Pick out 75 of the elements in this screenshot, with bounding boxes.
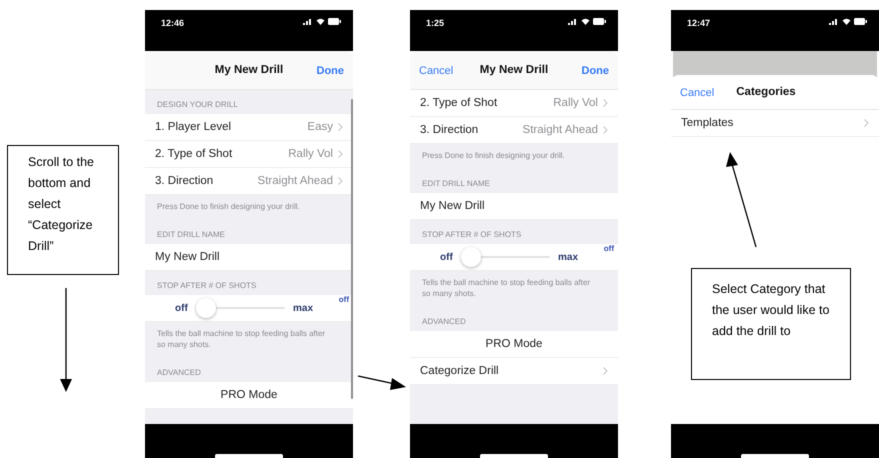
row-label: 3. Direction [420,124,478,136]
section-footer: Press Done to finish designing your drill. [410,144,618,169]
signal-icon [303,18,313,25]
battery-icon [593,18,606,25]
cancel-button[interactable]: Cancel [680,87,714,99]
chevron-icon [603,99,608,107]
nav-title: My New Drill [214,64,284,76]
wifi-icon [842,18,851,25]
done-button[interactable]: Done [316,65,344,77]
chevron-icon [338,123,343,131]
row-label: 3. Direction [155,175,214,187]
battery-icon [328,18,341,25]
slider[interactable] [196,296,285,320]
status-time: 12:46 [161,18,184,28]
instruction-note: Select Category that the user would like to add the drill to [691,268,851,380]
row-label: Categorize Drill [420,365,499,377]
row-value: Easy [307,121,333,133]
list-row[interactable]: 3. Direction Straight Ahead [410,117,618,144]
slider-reading: off [604,244,614,253]
slider-max-label: max [292,302,313,314]
chevron-icon [864,119,869,127]
chevron-icon [338,177,343,185]
section-footer: Tells the ball machine to stop feeding balls after so many shots. [145,322,353,358]
section-header: STOP AFTER # OF SHOTS [156,280,258,292]
section-footer: Tells the ball machine to stop feeding balls after so many shots. [410,271,618,307]
slider-thumb[interactable] [460,247,481,267]
row-value: Straight Ahead [522,124,598,136]
row-label: 2. Type of Shot [155,148,232,160]
slider-thumb[interactable] [196,298,216,318]
signal-icon [568,18,578,25]
slider[interactable] [460,245,550,269]
chevron-icon [603,367,608,375]
instruction-note: Scroll to the bottom and select “Categorize Drill” [7,145,119,275]
list-row[interactable]: 3. Direction Straight Ahead [145,168,353,195]
signal-icon [829,18,839,25]
section-header: ADVANCED [421,316,467,328]
chevron-icon [603,126,608,134]
slider-reading: off [338,295,349,304]
list-row[interactable]: 2. Type of Shot Rally Vol [410,90,618,117]
section-header: DESIGN YOUR DRILL [156,99,239,111]
row-value: Straight Ahead [258,175,333,187]
list-row[interactable]: PRO Mode [145,382,353,409]
home-indicator [480,454,548,458]
slider-min-label: off [175,302,188,314]
name-field[interactable]: My New Drill [145,244,353,271]
status-time: 1:25 [426,18,444,28]
wifi-icon [581,18,590,25]
list-row[interactable]: PRO Mode [410,331,618,358]
section-footer: Press Done to finish designing your drill. [145,195,353,220]
section-header: EDIT DRILL NAME [156,229,226,241]
row-value: Rally Vol [553,97,598,109]
section-header: STOP AFTER # OF SHOTS [421,229,522,241]
cancel-button[interactable]: Cancel [419,65,454,77]
section-header: EDIT DRILL NAME [421,178,492,190]
done-button[interactable]: Done [582,65,609,77]
row-label: 2. Type of Shot [420,97,498,109]
nav-title: Categories [736,86,796,98]
nav-title: My New Drill [480,64,548,76]
list-row[interactable]: 1. Player Level Easy [145,114,353,141]
name-field[interactable]: My New Drill [410,193,618,220]
list-row[interactable]: Categorize Drill [410,358,618,385]
slider-max-label: max [558,252,578,262]
wifi-icon [316,18,325,25]
home-indicator [215,454,283,458]
section-header: ADVANCED [156,367,202,379]
slider-min-label: off [440,252,453,262]
row-label: 1. Player Level [155,121,232,133]
row-label: Templates [681,117,734,129]
home-indicator [741,454,809,458]
chevron-icon [338,150,343,158]
status-time: 12:47 [687,18,710,28]
battery-icon [854,18,867,25]
row-value: Rally Vol [288,148,333,160]
right-arrow [357,374,407,392]
list-row[interactable]: 2. Type of Shot Rally Vol [145,141,353,168]
